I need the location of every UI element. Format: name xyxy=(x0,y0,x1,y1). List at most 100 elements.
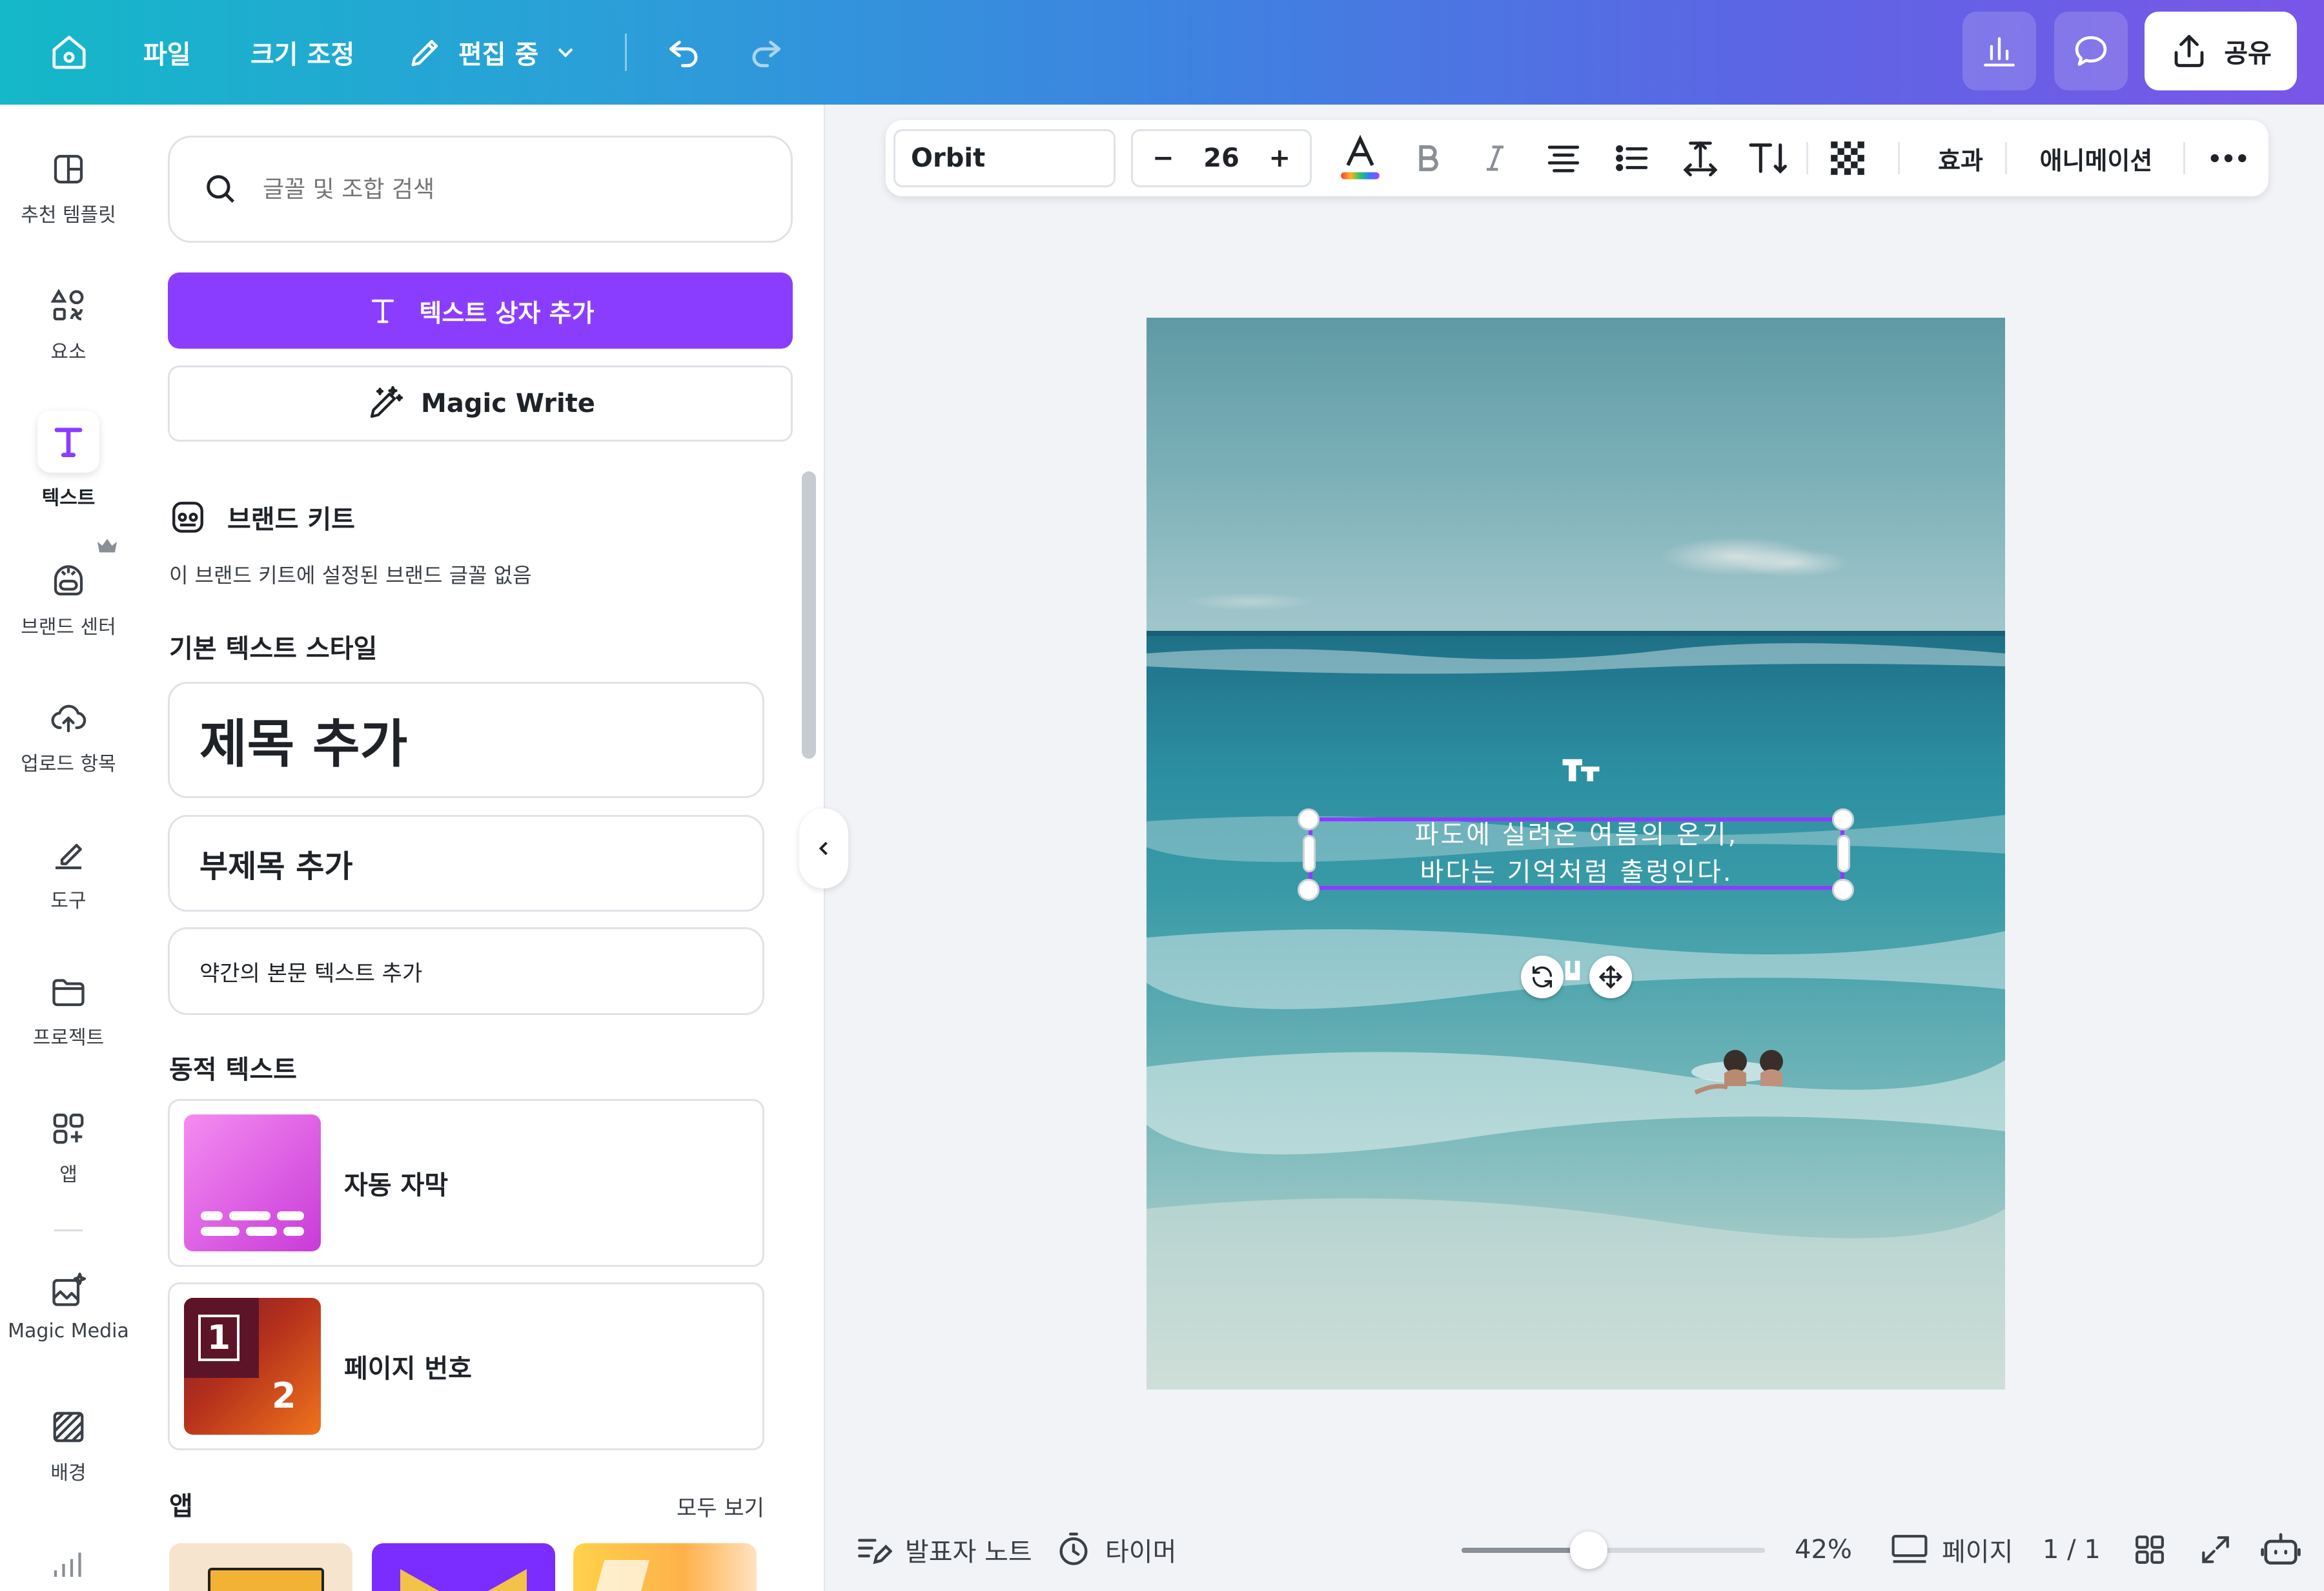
magic-write-button[interactable]: Magic Write xyxy=(168,365,793,442)
menu-file[interactable]: 파일 xyxy=(143,0,191,105)
brand-kit-header: 브랜드 키트 xyxy=(169,498,355,536)
font-selector[interactable]: Orbit xyxy=(893,129,1116,187)
decrease-size-button[interactable]: − xyxy=(1152,143,1174,173)
home-button[interactable] xyxy=(45,0,93,105)
assistant-button[interactable] xyxy=(2261,1524,2301,1576)
resize-handle[interactable] xyxy=(1298,879,1320,901)
italic-icon xyxy=(1487,145,1503,171)
auto-caption-card[interactable]: 자동 자막 xyxy=(168,1099,764,1267)
add-textbox-button[interactable]: 텍스트 상자 추가 xyxy=(168,272,793,349)
text-toolbar: Orbit − 26 + 효과 애니메이션 xyxy=(886,120,2268,196)
rail-item-projects[interactable]: 프로젝트 xyxy=(0,971,137,1050)
rail-label: 텍스트 xyxy=(41,487,96,509)
zoom-value[interactable]: 42% xyxy=(1795,1524,1852,1576)
page-number-card[interactable]: 1 2 페이지 번호 xyxy=(168,1282,764,1450)
more-horizontal-icon xyxy=(2210,154,2247,163)
notes-button[interactable]: 발표자 노트 xyxy=(855,1524,1032,1576)
rail-item-elements[interactable]: 요소 xyxy=(0,285,137,364)
page-indicator: 1 / 1 xyxy=(2043,1535,2101,1565)
text-color-button[interactable] xyxy=(1325,120,1396,196)
fullscreen-button[interactable] xyxy=(2197,1524,2234,1576)
move-icon xyxy=(1598,965,1623,989)
rail-label: 요소 xyxy=(50,341,87,364)
list-button[interactable] xyxy=(1600,120,1664,196)
undo-button[interactable] xyxy=(661,0,708,105)
folder-icon xyxy=(52,979,85,1007)
brand-icon xyxy=(54,565,83,596)
app-thumbnail[interactable] xyxy=(573,1543,757,1591)
text-size-button[interactable] xyxy=(1737,120,1801,196)
zoom-slider-track[interactable] xyxy=(1462,1548,1765,1553)
bold-icon xyxy=(1419,145,1438,172)
zoom-slider-thumb[interactable] xyxy=(1570,1532,1607,1569)
font-search-field[interactable] xyxy=(168,136,793,243)
rail-item-magic-media[interactable]: Magic Media xyxy=(0,1269,137,1342)
rotate-button[interactable] xyxy=(1521,956,1564,998)
resize-handle[interactable] xyxy=(1832,879,1854,901)
search-input[interactable] xyxy=(263,176,715,203)
grid-view-button[interactable] xyxy=(2132,1524,2168,1576)
pencil-icon xyxy=(411,39,438,67)
timer-icon xyxy=(1059,1532,1088,1565)
resize-handle-side[interactable] xyxy=(1303,835,1316,872)
rail-item-templates[interactable]: 추천 템플릿 xyxy=(0,149,137,227)
insights-button[interactable] xyxy=(1962,12,2036,90)
text-t-icon xyxy=(372,299,394,323)
rail-label: 프로젝트 xyxy=(32,1027,105,1049)
animate-button[interactable]: 애니메이션 xyxy=(2022,120,2170,196)
rail-item-uploads[interactable]: 업로드 항목 xyxy=(0,697,137,776)
comments-button[interactable] xyxy=(2054,12,2128,90)
transparency-button[interactable] xyxy=(1815,120,1880,196)
rotate-icon xyxy=(1533,966,1552,988)
rail-item-draw[interactable]: 도구 xyxy=(0,834,137,913)
rail-item-background[interactable]: 배경 xyxy=(0,1406,137,1485)
effects-button[interactable]: 효과 xyxy=(1919,120,2003,196)
add-heading-card[interactable]: 제목 추가 xyxy=(168,682,764,798)
add-textbox-label: 텍스트 상자 추가 xyxy=(419,298,595,327)
charts-icon[interactable] xyxy=(49,1545,88,1586)
resize-handle[interactable] xyxy=(1298,808,1320,830)
resize-handle[interactable] xyxy=(1832,808,1854,830)
panel-scrollbar[interactable] xyxy=(802,471,816,759)
see-all-link[interactable]: 모두 보기 xyxy=(677,1490,764,1522)
timer-label: 타이머 xyxy=(1105,1537,1177,1567)
move-button[interactable] xyxy=(1589,956,1632,998)
body-label: 약간의 본문 텍스트 추가 xyxy=(199,960,423,987)
edit-mode-label: 편집 중 xyxy=(458,40,539,70)
redo-button[interactable] xyxy=(742,0,789,105)
align-button[interactable] xyxy=(1531,120,1596,196)
text-selection-box xyxy=(1309,817,1844,890)
auto-caption-thumbnail xyxy=(184,1114,321,1251)
collapse-panel-button[interactable] xyxy=(799,808,848,888)
add-subheading-card[interactable]: 부제목 추가 xyxy=(168,815,764,912)
app-thumbnail[interactable] xyxy=(169,1543,352,1591)
italic-button[interactable] xyxy=(1463,120,1527,196)
rail-item-text[interactable]: 텍스트 xyxy=(0,411,137,510)
increase-size-button[interactable]: + xyxy=(1269,143,1290,173)
align-center-icon xyxy=(1547,145,1580,172)
add-body-card[interactable]: 약간의 본문 텍스트 추가 xyxy=(168,927,764,1015)
app-thumbnail[interactable] xyxy=(372,1543,555,1591)
rail-item-apps[interactable]: 앱 xyxy=(0,1108,137,1187)
bold-button[interactable] xyxy=(1396,120,1460,196)
pages-label: 페이지 xyxy=(1942,1537,2013,1567)
font-size-input[interactable]: 26 xyxy=(1203,143,1239,173)
resize-handle-side[interactable] xyxy=(1837,835,1850,872)
menu-resize[interactable]: 크기 조정 xyxy=(250,0,354,105)
pages-button[interactable]: 페이지 xyxy=(1890,1524,2013,1576)
transparency-icon xyxy=(1831,141,1864,175)
expand-icon xyxy=(2202,1536,2229,1563)
more-options-button[interactable] xyxy=(2196,120,2261,196)
rail-divider xyxy=(54,1229,83,1231)
chevron-left-icon xyxy=(819,841,828,856)
undo-icon xyxy=(669,41,698,68)
timer-button[interactable]: 타이머 xyxy=(1055,1524,1176,1576)
spacing-button[interactable] xyxy=(1668,120,1733,196)
bar-chart-icon xyxy=(1984,37,2015,67)
rail-item-brand[interactable]: 브랜드 센터 xyxy=(0,560,137,639)
font-name: Orbit xyxy=(911,143,986,173)
topbar-divider xyxy=(625,34,627,71)
edit-mode-dropdown[interactable]: 편집 중 xyxy=(407,0,578,105)
share-button[interactable]: 공유 xyxy=(2145,12,2297,90)
crown-icon xyxy=(96,536,119,558)
